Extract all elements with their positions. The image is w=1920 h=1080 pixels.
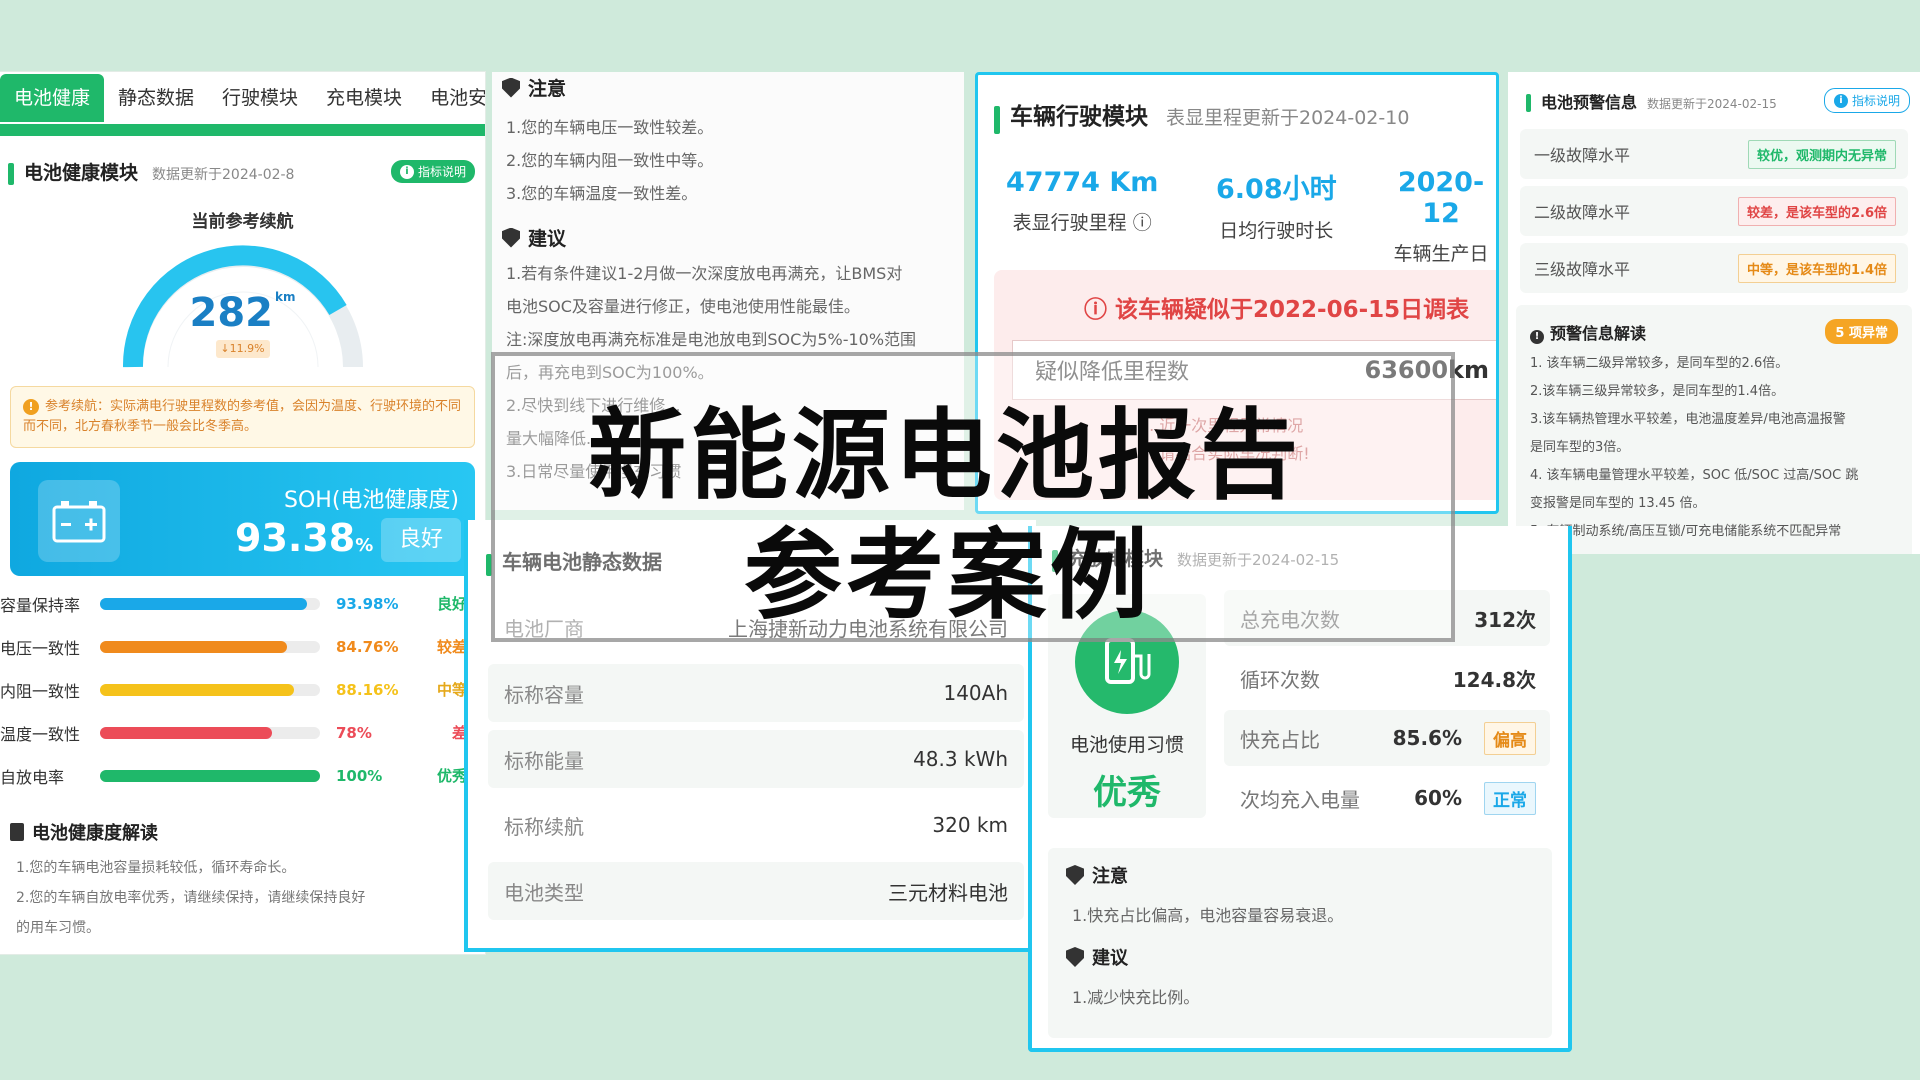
metric-row: 容量保持率 93.98% 良好 — [0, 582, 485, 625]
habit-value: 优秀 — [1093, 773, 1161, 813]
metric-bar — [100, 769, 320, 782]
fault-level-1: 一级故障水平 较优，观测期内无异常 — [1520, 129, 1908, 179]
static-row-energy: 标称能量 48.3 kWh — [488, 730, 1024, 788]
warning-header: 电池预警信息 数据更新于2024-02-15 i 指标说明 — [1508, 72, 1920, 129]
metric-bar — [100, 683, 320, 696]
shield-icon — [1066, 865, 1084, 885]
driving-header: 车辆行驶模块 表显里程更新于2024-02-10 — [978, 75, 1496, 134]
warning-icon: ! — [23, 399, 39, 415]
indicator-button[interactable]: i 指标说明 — [1823, 88, 1910, 113]
range-warning: ! 参考续航：实际满电行驶里程数的参考值，会因为温度、行驶环境的不同而不同，北方春… — [10, 386, 475, 448]
metric-status: 优秀 — [436, 767, 467, 785]
tab-static-data[interactable]: 静态数据 — [104, 74, 208, 122]
static-row-range: 标称续航 320 km — [504, 813, 1008, 839]
warning-panel: 电池预警信息 数据更新于2024-02-15 i 指标说明 一级故障水平 较优，观测期… — [1508, 72, 1920, 554]
attention-lines: 1.您的车辆电压一致性较差。 2.您的车辆内阻一致性中等。 3.您的车辆温度一致… — [506, 118, 714, 203]
driving-title: 车辆行驶模块 — [1010, 104, 1148, 130]
metric-bar — [100, 726, 320, 739]
gauge-title: 当前参考续航 — [191, 212, 294, 232]
charging-attention: 1.快充占比偏高，电池容量容易衰退。 — [1072, 906, 1344, 925]
charging-suggest-title: 建议 — [1066, 944, 1534, 970]
metric-bar-fill — [100, 640, 287, 653]
metric-status: 中等 — [436, 681, 467, 699]
charging-attention-title: 注意 — [1066, 862, 1534, 888]
cover-subtitle: 参考案例 — [744, 519, 1153, 633]
metric-row: 自放电率 100% 优秀 — [0, 754, 485, 797]
warning-interp: ! 预警信息解读 5 项异常 1. 该车辆二级异常较多，是同车型的2.6倍。 2.… — [1516, 305, 1912, 554]
battery-icon — [38, 480, 120, 562]
section-title: 电池健康模块 数据更新于2024-02-8 — [8, 158, 294, 185]
document-icon — [10, 823, 24, 841]
range-value: 282 km — [189, 290, 296, 336]
static-row-type: 电池类型 三元材料电池 — [488, 862, 1024, 920]
charging-notes: 注意 1.快充占比偏高，电池容量容易衰退。 建议 1.减少快充比例。 — [1048, 848, 1552, 1038]
stat-fast-charge-ratio: 快充占比 85.6% 偏高 — [1224, 710, 1550, 766]
metrics-list: 容量保持率 93.98% 良好电压一致性 84.76% 较差内阻一致性 88.16% 中等温… — [0, 582, 485, 797]
range-gauge: 282 km ↓11.9% — [113, 242, 373, 372]
alert-icon: ! — [1530, 329, 1544, 344]
metric-label: 自放电率 — [0, 767, 65, 787]
shield-icon — [1066, 947, 1084, 967]
metric-bar-fill — [100, 597, 307, 610]
metric-status: 较差 — [436, 638, 467, 656]
driving-updated: 表显里程更新于2024-02-10 — [1166, 107, 1410, 129]
metric-value: 88.16% — [336, 680, 399, 699]
charging-suggest: 1.减少快充比例。 — [1072, 988, 1200, 1007]
metric-label: 电压一致性 — [0, 638, 81, 658]
battery-health-panel: 电池健康 静态数据 行驶模块 充电模块 电池安全 电池健康模块数据更新于2024… — [0, 72, 485, 954]
tab-battery-safety[interactable]: 电池安全 — [416, 74, 485, 122]
info-icon: i — [399, 164, 414, 179]
kpi-mileage: 47774 Km 表显行驶里程 ⓘ — [1006, 167, 1159, 234]
stat-cycles: 循环次数 124.8次 — [1240, 667, 1536, 692]
metric-bar-fill — [100, 683, 294, 696]
range-delta: ↓11.9% — [215, 340, 270, 358]
interp-title: 电池健康度解读 — [10, 819, 485, 845]
soh-value: 93.38% — [235, 516, 374, 560]
tab-battery-health[interactable]: 电池健康 — [0, 74, 105, 122]
warning-interp-lines: 1. 该车辆二级异常较多，是同车型的2.6倍。 2.该车辆三级异常较多，是同车型… — [1530, 356, 1859, 539]
alert-title: ⓘ 该车辆疑似于2022-06-15日调表 — [1084, 297, 1470, 323]
metric-row: 电压一致性 84.76% 较差 — [0, 625, 485, 668]
fault-level-2: 二级故障水平 较差，是该车型的2.6倍 — [1520, 186, 1908, 236]
interp-lines: 1.您的车辆电池容量损耗较低，循环寿命长。 2.您的车辆自放电率优秀，请继续保持… — [16, 860, 366, 936]
metric-label: 内阻一致性 — [0, 681, 81, 701]
indicator-button[interactable]: i 指标说明 — [390, 160, 475, 183]
metric-value: 93.98% — [336, 594, 399, 613]
tab-driving[interactable]: 行驶模块 — [208, 74, 312, 122]
metric-row: 温度一致性 78% 差 — [0, 711, 485, 754]
metric-bar — [100, 597, 320, 610]
update-time: 数据更新于2024-02-8 — [152, 167, 295, 183]
metric-row: 内阻一致性 88.16% 中等 — [0, 668, 485, 711]
kpi-production-date: 2020-12 车辆生产日 — [1393, 167, 1489, 265]
shield-icon — [502, 227, 520, 248]
metric-label: 容量保持率 — [0, 595, 81, 615]
metric-value: 84.76% — [336, 637, 399, 656]
metric-status: 差 — [451, 724, 467, 742]
metric-bar-fill — [100, 726, 272, 739]
metric-bar — [100, 640, 320, 653]
metric-bar-fill — [100, 769, 320, 782]
soh-card: SOH(电池健康度) 93.38% 良好 — [10, 462, 475, 576]
attention-title: 注意 — [492, 72, 964, 101]
metric-value: 78% — [336, 723, 372, 742]
stat-avg-charge: 次均充入电量 60% 正常 — [1224, 770, 1550, 826]
fault-level-3: 三级故障水平 中等，是该车型的1.4倍 — [1520, 243, 1908, 293]
module-tabs: 电池健康 静态数据 行驶模块 充电模块 电池安全 — [0, 72, 485, 136]
metric-status: 良好 — [436, 595, 467, 613]
soh-status: 良好 — [381, 518, 461, 562]
kpi-daily-hours: 6.08小时 日均行驶时长 — [1216, 174, 1337, 242]
metric-label: 温度一致性 — [0, 724, 81, 744]
tab-charging[interactable]: 充电模块 — [312, 74, 416, 122]
anomaly-count-badge: 5 项异常 — [1825, 319, 1898, 344]
metric-value: 100% — [336, 766, 383, 785]
static-row-capacity: 标称容量 140Ah — [488, 664, 1024, 722]
soh-label: SOH(电池健康度) — [284, 488, 459, 513]
shield-icon — [502, 77, 520, 98]
habit-label: 电池使用习惯 — [1069, 734, 1184, 756]
suggest-title: 建议 — [492, 210, 964, 251]
